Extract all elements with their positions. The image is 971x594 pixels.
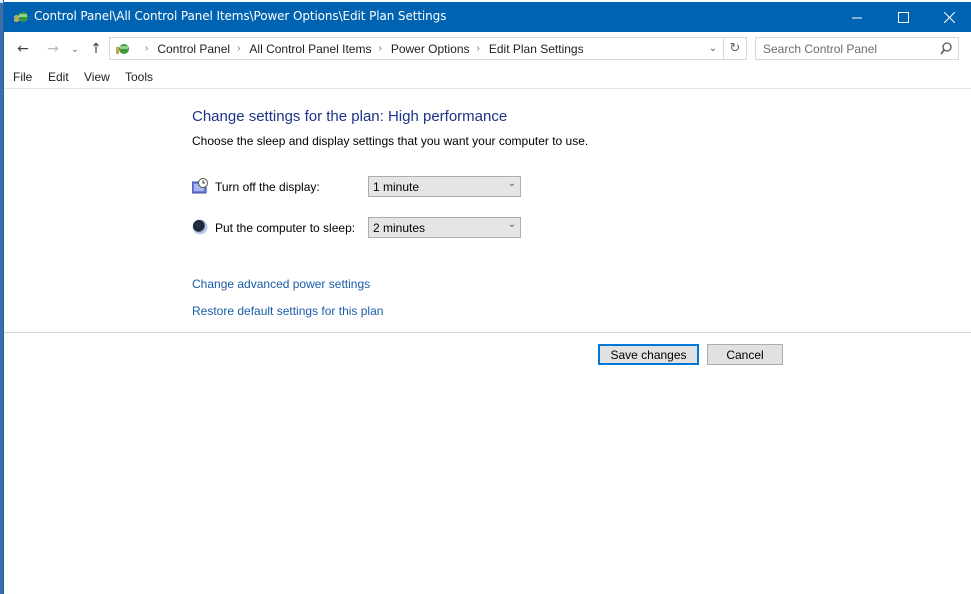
menu-edit[interactable]: Edit: [48, 70, 69, 84]
window-title: Control Panel\All Control Panel Items\Po…: [34, 9, 447, 23]
refresh-icon: ↻: [729, 41, 741, 56]
search-icon[interactable]: [940, 42, 952, 55]
change-advanced-power-settings-link[interactable]: Change advanced power settings: [192, 277, 370, 291]
cancel-button[interactable]: Cancel: [707, 344, 783, 365]
breadcrumb-separator[interactable]: ›: [477, 43, 480, 54]
forward-arrow-icon: →: [47, 41, 59, 57]
breadcrumb-power-options[interactable]: Power Options: [391, 42, 470, 56]
minimize-button[interactable]: [834, 2, 880, 32]
address-dropdown-button[interactable]: ⌄: [705, 38, 721, 59]
display-timer-icon: [192, 178, 208, 194]
forward-button[interactable]: →: [42, 39, 64, 59]
title-bar[interactable]: Control Panel\All Control Panel Items\Po…: [4, 2, 971, 32]
menu-file[interactable]: File: [13, 70, 32, 84]
sleep-moon-icon: [192, 219, 208, 235]
back-button[interactable]: ←: [12, 39, 34, 59]
sleep-timeout-select[interactable]: 2 minutes ⌄: [368, 217, 521, 238]
divider: [4, 332, 971, 333]
search-box[interactable]: [755, 37, 959, 60]
refresh-button[interactable]: ↻: [723, 38, 746, 59]
control-panel-icon: [116, 44, 129, 54]
breadcrumb-separator[interactable]: ›: [145, 43, 148, 54]
chevron-down-icon: ⌄: [507, 178, 516, 189]
page-title: Change settings for the plan: High perfo…: [192, 108, 508, 125]
back-arrow-icon: ←: [17, 41, 29, 57]
menu-tools[interactable]: Tools: [125, 70, 153, 84]
chevron-down-icon: ⌄: [507, 219, 516, 230]
menu-view[interactable]: View: [84, 70, 110, 84]
save-changes-button[interactable]: Save changes: [598, 344, 699, 365]
up-button[interactable]: ↑: [87, 39, 105, 59]
control-panel-icon: [14, 12, 28, 22]
maximize-icon: [897, 11, 909, 23]
control-panel-window: Control Panel\All Control Panel Items\Po…: [3, 0, 971, 594]
search-input[interactable]: [763, 41, 933, 56]
breadcrumb-edit-plan-settings[interactable]: Edit Plan Settings: [489, 42, 584, 56]
sleep-timeout-value: 2 minutes: [373, 221, 426, 235]
display-timeout-value: 1 minute: [373, 180, 420, 194]
address-bar[interactable]: › Control Panel › All Control Panel Item…: [109, 37, 747, 60]
breadcrumb: › Control Panel › All Control Panel Item…: [138, 38, 584, 59]
minimize-icon: [851, 17, 862, 18]
recent-locations-button[interactable]: ⌄: [68, 39, 82, 59]
sleep-timeout-label: Put the computer to sleep:: [215, 221, 356, 235]
menu-bar: File Edit View Tools: [4, 66, 971, 89]
display-timeout-select[interactable]: 1 minute ⌄: [368, 176, 521, 197]
navigation-bar: ← → ⌄ ↑ › Control Panel › All Control Pa…: [4, 34, 971, 64]
chevron-down-icon: ⌄: [708, 43, 718, 54]
page-description: Choose the sleep and display settings th…: [192, 134, 589, 148]
breadcrumb-separator[interactable]: ›: [378, 43, 381, 54]
close-icon: [943, 11, 955, 23]
maximize-button[interactable]: [880, 2, 926, 32]
chevron-down-icon: ⌄: [70, 43, 80, 55]
breadcrumb-control-panel[interactable]: Control Panel: [157, 42, 230, 56]
breadcrumb-all-items[interactable]: All Control Panel Items: [249, 42, 371, 56]
display-timeout-label: Turn off the display:: [215, 180, 320, 194]
close-button[interactable]: [926, 2, 971, 32]
breadcrumb-separator[interactable]: ›: [237, 43, 240, 54]
restore-default-settings-link[interactable]: Restore default settings for this plan: [192, 304, 383, 318]
up-arrow-icon: ↑: [90, 41, 102, 57]
